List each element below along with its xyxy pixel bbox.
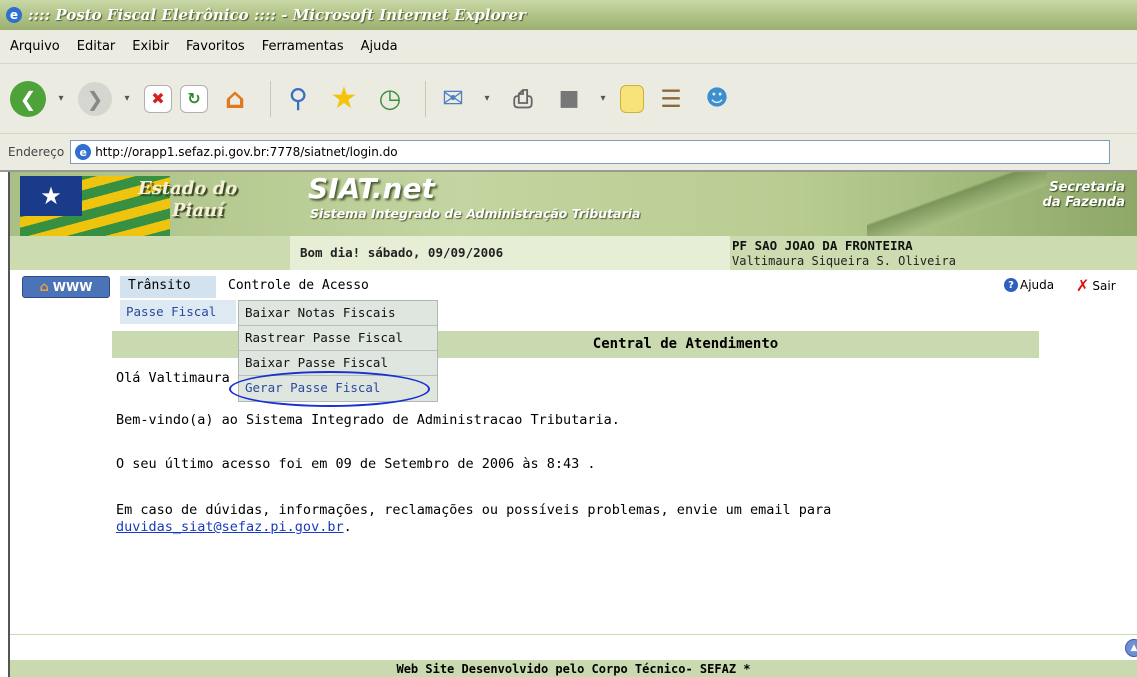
browser-toolbar: ❮ ▾ ❯ ▾ ✖ ↻ ⌂ ⚲ ★ ◷ ✉ ▾ ⎙ ■ ▾ ☰ ☻ (0, 64, 1137, 134)
home-icon[interactable]: ⌂ (216, 80, 254, 118)
logout-link[interactable]: ✗ Sair (1076, 276, 1116, 295)
forward-dropdown-icon[interactable]: ▾ (120, 80, 134, 118)
flag-star-icon: ★ (20, 176, 82, 216)
forward-icon[interactable]: ❯ (78, 81, 112, 116)
secretaria-line1: Secretaria (1049, 180, 1125, 195)
search-icon[interactable]: ⚲ (279, 80, 317, 118)
menu-bar: Arquivo Editar Exibir Favoritos Ferramen… (0, 30, 1137, 64)
www-label: WWW (52, 280, 93, 294)
nav-transito[interactable]: Trânsito (120, 276, 216, 298)
toolbar-separator (425, 80, 426, 117)
mail-icon[interactable]: ✉ (434, 80, 472, 118)
stop-icon[interactable]: ✖ (144, 84, 172, 113)
site-footer: Web Site Desenvolvido pelo Corpo Técnico… (10, 660, 1137, 677)
refresh-icon[interactable]: ↻ (180, 84, 208, 113)
close-x-icon: ✗ (1076, 276, 1090, 295)
address-url[interactable]: http://orapp1.sefaz.pi.gov.br:7778/siatn… (95, 145, 397, 159)
window-title: :::: Posto Fiscal Eletrônico :::: - Micr… (28, 6, 526, 24)
email-link[interactable]: duvidas_siat@sefaz.pi.gov.br (116, 519, 344, 535)
help-icon: ? (1004, 278, 1018, 292)
hello-text: Olá Valtimaura (116, 370, 230, 386)
logout-label: Sair (1092, 278, 1116, 293)
print-icon[interactable]: ⎙ (504, 80, 542, 118)
last-access-text: O seu último acesso foi em 09 de Setembr… (116, 456, 596, 472)
note-icon[interactable] (620, 84, 644, 113)
station-name: PF SAO JOAO DA FRONTEIRA (732, 238, 913, 253)
toolbar-separator (270, 80, 271, 117)
state-name: Estado do Piauí (138, 178, 237, 222)
menu-arquivo[interactable]: Arquivo (10, 39, 60, 54)
help-label: Ajuda (1020, 278, 1055, 292)
mail-dropdown-icon[interactable]: ▾ (480, 80, 494, 118)
welcome-text: Bem-vindo(a) ao Sistema Integrado de Adm… (116, 412, 620, 428)
edit-dropdown-icon[interactable]: ▾ (596, 80, 610, 118)
history-icon[interactable]: ◷ (371, 80, 409, 118)
menu-favoritos[interactable]: Favoritos (186, 39, 245, 54)
header-swoosh (867, 172, 1047, 236)
research-icon[interactable]: ☰ (652, 80, 690, 118)
submenu-passe-fiscal[interactable]: Passe Fiscal (120, 300, 236, 324)
email-line: duvidas_siat@sefaz.pi.gov.br. (116, 519, 352, 536)
back-icon[interactable]: ❮ (10, 80, 46, 117)
menu-baixar-notas[interactable]: Baixar Notas Fiscais (239, 301, 437, 326)
greeting-text: Bom dia! sábado, 09/09/2006 (300, 245, 504, 260)
page-icon: e (75, 144, 92, 160)
site-subheader: Bom dia! sábado, 09/09/2006 PF SAO JOAO … (10, 236, 1137, 270)
www-home-icon: ⌂ (39, 279, 49, 295)
menu-rastrear-passe[interactable]: Rastrear Passe Fiscal (239, 326, 437, 351)
scroll-top-icon[interactable]: ▲ (1125, 639, 1137, 657)
highlight-annotation (229, 371, 430, 407)
secretaria-line2: da Fazenda (1042, 195, 1125, 210)
site-header: ★ Estado do Piauí SIAT.net Sistema Integ… (10, 172, 1137, 262)
help-link[interactable]: ? Ajuda (1004, 278, 1054, 292)
page-viewport: ★ Estado do Piauí SIAT.net Sistema Integ… (8, 172, 1137, 677)
address-label: Endereço (8, 145, 65, 159)
user-name: Valtimaura Siqueira S. Oliveira (732, 254, 956, 268)
email-suffix: . (343, 519, 352, 535)
window-titlebar: e :::: Posto Fiscal Eletrônico :::: - Mi… (0, 0, 1137, 30)
nav-controle-acesso[interactable]: Controle de Acesso (228, 278, 369, 293)
menu-ferramentas[interactable]: Ferramentas (262, 39, 344, 54)
favorites-star-icon[interactable]: ★ (325, 80, 363, 118)
brand-subtitle: Sistema Integrado de Administração Tribu… (310, 206, 641, 221)
menu-ajuda[interactable]: Ajuda (361, 39, 398, 54)
messenger-icon[interactable]: ☻ (698, 80, 736, 118)
ie-icon: e (6, 7, 22, 23)
state-line1: Estado do (138, 178, 238, 199)
menu-exibir[interactable]: Exibir (132, 39, 169, 54)
www-button[interactable]: ⌂ WWW (22, 276, 110, 298)
back-dropdown-icon[interactable]: ▾ (54, 80, 68, 118)
help-text: Em caso de dúvidas, informações, reclama… (116, 502, 832, 518)
menu-editar[interactable]: Editar (77, 39, 116, 54)
brand-logo: SIAT.net (308, 172, 435, 205)
site-nav: ⌂ WWW Trânsito Controle de Acesso ? Ajud… (10, 270, 1137, 300)
address-bar: Endereço e http://orapp1.sefaz.pi.gov.br… (0, 134, 1137, 172)
secretaria-logo: Secretaria da Fazenda (1043, 180, 1125, 210)
edit-icon[interactable]: ■ (550, 80, 588, 118)
address-input[interactable]: e http://orapp1.sefaz.pi.gov.br:7778/sia… (70, 140, 1111, 164)
footer-spacer (10, 634, 1137, 660)
state-line2: Piauí (172, 200, 224, 221)
